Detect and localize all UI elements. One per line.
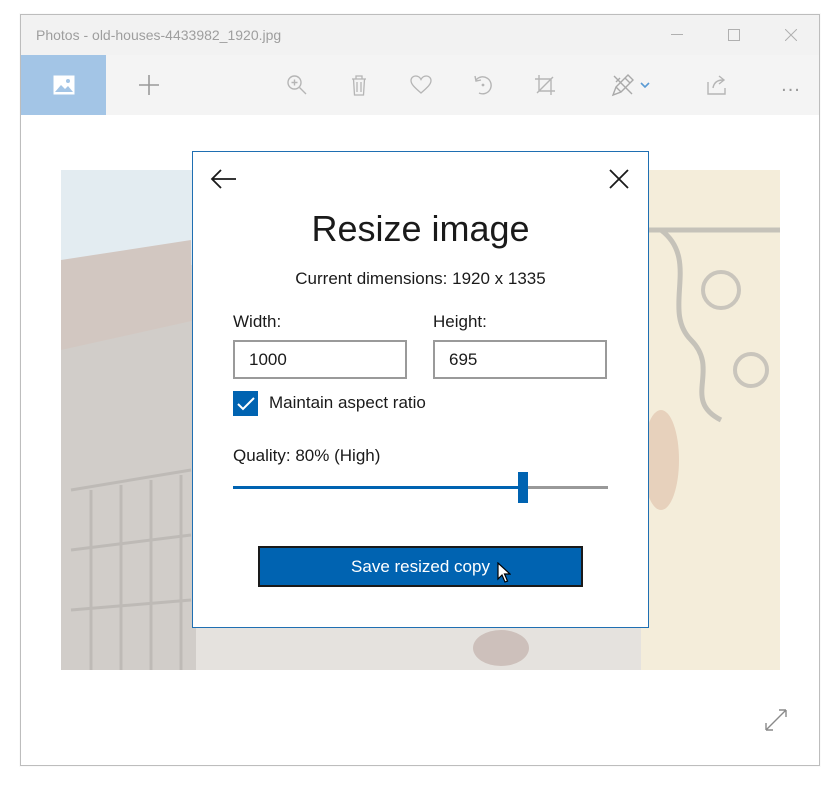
quality-label: Quality: 80% (High) [233,446,381,465]
crop-icon [535,75,555,95]
share-button[interactable] [699,67,735,103]
rotate-button[interactable] [465,67,501,103]
rotate-icon [474,75,492,95]
width-input[interactable] [233,340,407,379]
close-icon [609,169,629,189]
window-title: Photos - old-houses-4433982_1920.jpg [36,27,282,43]
mouse-cursor-icon [497,562,511,583]
close-window-button[interactable] [768,15,814,55]
plus-icon [139,75,159,95]
checkmark-icon [236,396,255,410]
edit-draw-icon [611,74,634,97]
favorite-button[interactable] [403,67,439,103]
dialog-title: Resize image [311,208,530,249]
crop-button[interactable] [527,67,563,103]
width-label: Width: [233,312,282,331]
height-input[interactable] [433,340,607,379]
quality-slider[interactable] [233,472,608,504]
title-bar: Photos - old-houses-4433982_1920.jpg [21,15,819,55]
trash-icon [352,75,366,96]
image-icon [53,75,74,95]
maintain-aspect-label[interactable]: Maintain aspect ratio [269,393,426,413]
more-button[interactable]: ... [773,67,809,103]
minimize-button[interactable] [654,15,700,55]
add-button[interactable] [131,67,167,103]
app-toolbar: ... [21,55,819,115]
expand-icon [765,709,787,731]
resize-dialog: Resize image Current dimensions: 1920 x … [192,151,649,628]
zoom-icon [287,75,307,95]
slider-thumb[interactable] [518,472,528,503]
maximize-button[interactable] [711,15,757,55]
save-resized-copy-button[interactable]: Save resized copy [258,546,583,587]
slider-fill [233,486,523,489]
chevron-down-icon [640,82,650,89]
minimize-icon [671,34,683,35]
edit-create-button[interactable] [603,67,657,103]
close-icon [785,29,797,41]
maximize-icon [728,29,740,41]
collection-button[interactable] [21,55,106,115]
heart-icon [410,75,432,94]
more-icon: ... [781,73,801,96]
back-button[interactable] [209,164,239,194]
zoom-button[interactable] [279,67,315,103]
share-icon [707,75,726,95]
maintain-aspect-checkbox[interactable] [233,391,258,416]
fullscreen-button[interactable] [763,707,789,733]
current-dimensions: Current dimensions: 1920 x 1335 [295,269,546,288]
arrow-left-icon [210,169,236,189]
close-dialog-button[interactable] [604,164,634,194]
delete-button[interactable] [341,67,377,103]
height-label: Height: [433,312,487,331]
